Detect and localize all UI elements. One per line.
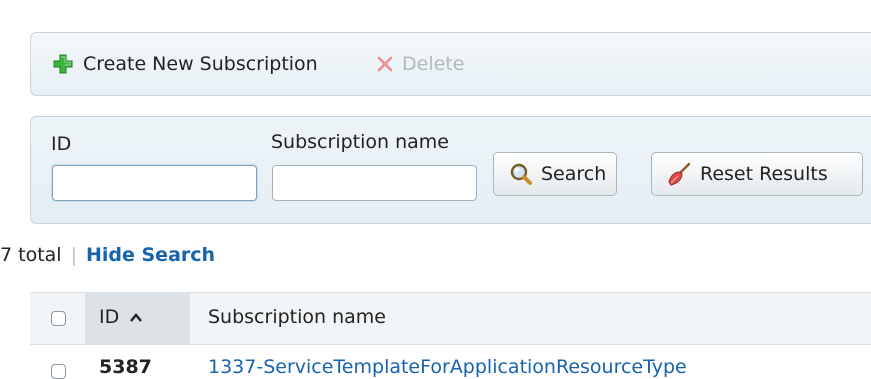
summary-separator: | [70,244,77,266]
search-button-label: Search [541,163,607,185]
reset-results-label: Reset Results [700,163,828,185]
select-all-checkbox[interactable] [51,311,66,326]
search-panel: ID Subscription name Search Reset Result… [30,116,871,224]
magnifier-icon [510,163,532,185]
delete-label: Delete [402,53,465,75]
id-label: ID [51,133,72,155]
id-column-label[interactable]: ID [99,306,119,328]
results-summary: 7 total | Hide Search [0,244,215,266]
create-subscription-label: Create New Subscription [83,53,318,75]
hide-search-link[interactable]: Hide Search [86,244,215,266]
row-checkbox[interactable] [51,364,66,379]
delete-button[interactable]: Delete [376,51,464,77]
reset-results-button[interactable]: Reset Results [651,152,863,196]
create-subscription-button[interactable]: Create New Subscription [53,51,318,77]
subscription-name-label: Subscription name [271,131,449,153]
search-button[interactable]: Search [493,152,617,196]
toolbar: Create New Subscription Delete [30,32,871,96]
id-input[interactable] [52,165,257,201]
table-header: ID Subscription name [30,292,871,345]
row-subscription-link[interactable]: 1337-ServiceTemplateForApplicationResour… [208,356,687,378]
plus-icon [53,54,73,74]
subscription-name-column-label[interactable]: Subscription name [208,306,386,328]
caret-up-icon[interactable] [130,313,142,322]
x-icon [377,56,393,72]
subscription-name-input[interactable] [272,165,477,201]
broom-icon [668,162,691,186]
row-id: 5387 [99,356,152,378]
total-count: 7 total [0,244,62,266]
